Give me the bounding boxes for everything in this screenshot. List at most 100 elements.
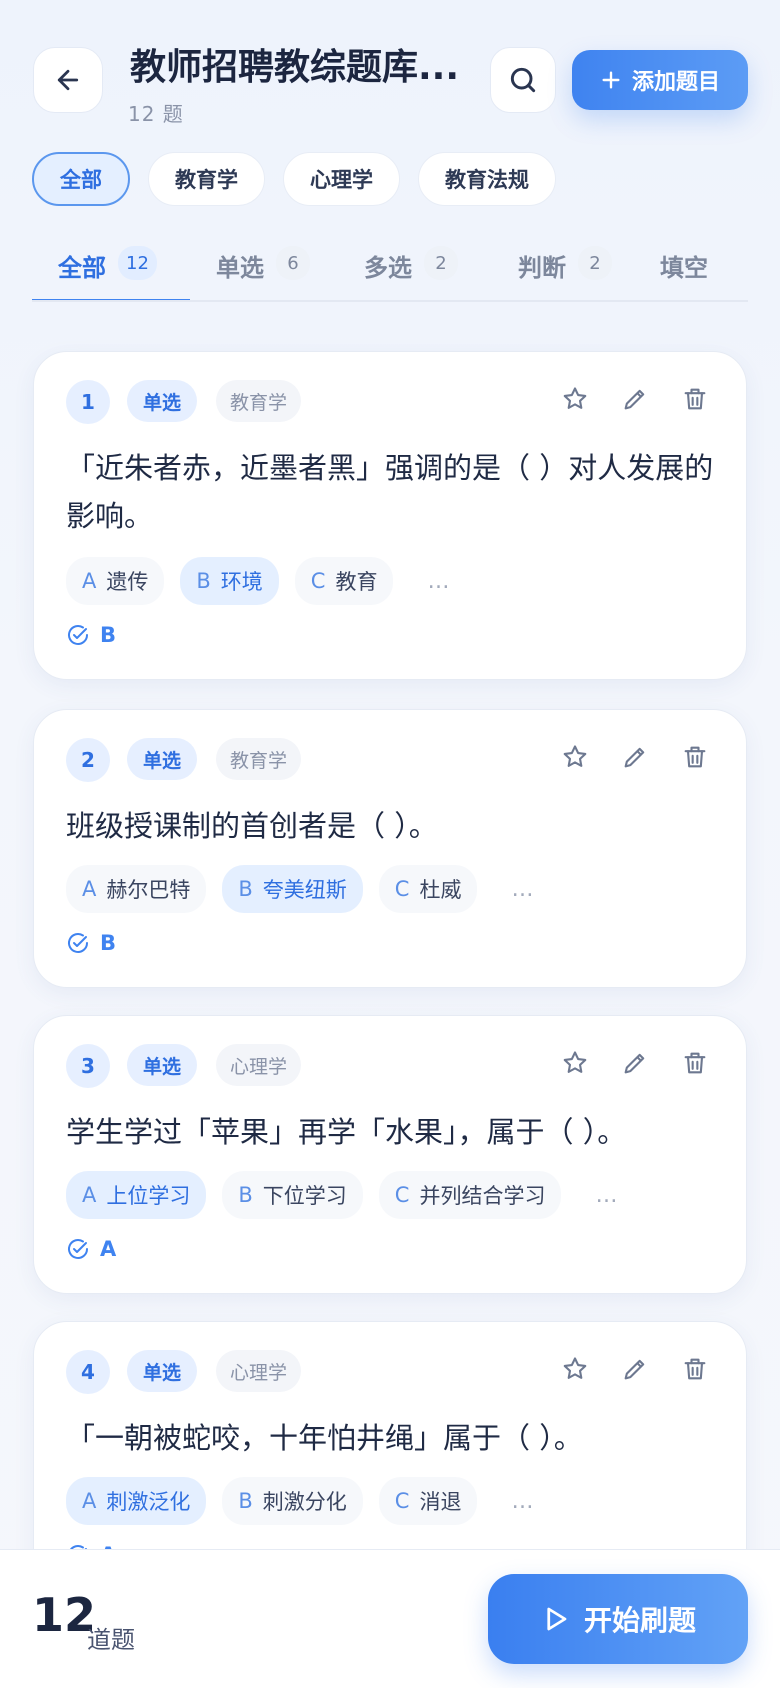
question-count: 12 题 [128, 102, 184, 126]
option-key: B [238, 877, 253, 901]
trash-icon [684, 388, 706, 410]
arrow-left-icon [57, 69, 79, 91]
option-key: C [310, 569, 326, 593]
question-number: 3 [66, 1044, 110, 1088]
pencil-icon [624, 389, 645, 410]
option-b: B 刺激分化 [222, 1477, 363, 1525]
option-b: B 夸美纽斯 [222, 865, 363, 913]
tab-single[interactable]: 单选 6 [190, 232, 344, 300]
delete-button[interactable] [680, 1354, 710, 1384]
question-text: 「近朱者赤，近墨者黑」强调的是（ ）对人发展的影响。 [66, 451, 714, 533]
option-list: A 遗传 B 环境 C 教育 … [66, 557, 451, 605]
edit-button[interactable] [620, 1048, 650, 1078]
category-chip-pedagogy[interactable]: 教育学 [148, 152, 265, 206]
bottom-bar: 12 道题 开始刷题 [0, 1549, 780, 1688]
play-icon [547, 1607, 567, 1631]
question-card[interactable]: 1 单选 教育学 「近朱者赤，近墨者黑」强调的是（ ）对人发展的影响。 A 遗传 … [33, 351, 747, 680]
tab-count: 2 [424, 246, 458, 280]
favorite-button[interactable] [560, 1048, 590, 1078]
header: 教师招聘教综题库... 12 题 添加题目 [0, 0, 780, 140]
add-question-label: 添加题目 [631, 70, 720, 95]
delete-button[interactable] [680, 742, 710, 772]
category-chip-psychology[interactable]: 心理学 [283, 152, 400, 206]
question-number: 4 [66, 1350, 110, 1394]
option-text: 环境 [220, 570, 263, 594]
trash-icon [684, 746, 706, 768]
option-key: C [394, 1183, 410, 1207]
edit-button[interactable] [620, 1354, 650, 1384]
tab-all[interactable]: 全部 12 [32, 232, 190, 300]
option-list: A 刺激泛化 B 刺激分化 C 消退 … [66, 1477, 535, 1525]
delete-button[interactable] [680, 384, 710, 414]
question-number: 1 [66, 380, 110, 424]
option-text: 遗传 [106, 570, 149, 594]
category-filter: 全部 教育学 心理学 教育法规 [32, 152, 556, 206]
option-key: B [238, 1489, 253, 1513]
question-type-tag: 单选 [127, 1350, 198, 1392]
trash-icon [684, 1358, 706, 1380]
back-button[interactable] [33, 47, 103, 113]
more-options-indicator: … [427, 568, 452, 594]
start-practice-button[interactable]: 开始刷题 [488, 1574, 748, 1664]
card-actions [560, 1048, 710, 1078]
category-chip-law[interactable]: 教育法规 [418, 152, 556, 206]
more-options-indicator: … [595, 1182, 620, 1208]
subject-tag: 心理学 [216, 1044, 302, 1086]
question-card[interactable]: 3 单选 心理学 学生学过「苹果」再学「水果」，属于（ ）。 A 上位学习 B 下位… [33, 1015, 747, 1294]
card-actions [560, 384, 710, 414]
option-key: A [82, 1489, 97, 1513]
option-text: 赫尔巴特 [106, 878, 191, 902]
tab-multi[interactable]: 多选 2 [344, 232, 498, 300]
option-c: C 消退 [378, 1477, 478, 1525]
tab-label: 全部 [58, 254, 106, 282]
option-list: A 上位学习 B 下位学习 C 并列结合学习 … [66, 1171, 619, 1219]
question-type-tag: 单选 [127, 380, 198, 422]
correct-answer: B [100, 623, 117, 647]
option-c: C 教育 [294, 557, 394, 605]
answer-row: B [66, 623, 116, 647]
option-a: A 遗传 [66, 557, 165, 605]
page-title: 教师招聘教综题库... [130, 47, 460, 88]
search-button[interactable] [490, 47, 556, 113]
start-practice-label: 开始刷题 [583, 1604, 696, 1637]
tab-fill[interactable]: 填空 [650, 232, 748, 300]
option-text: 消退 [419, 1490, 462, 1514]
option-text: 刺激分化 [262, 1490, 347, 1514]
question-type-tag: 单选 [127, 1044, 198, 1086]
tab-judge[interactable]: 判断 2 [498, 232, 650, 300]
option-key: A [82, 1183, 97, 1207]
tab-label: 单选 [216, 254, 264, 282]
star-icon [563, 1051, 587, 1073]
option-key: A [82, 569, 97, 593]
search-icon [510, 67, 536, 93]
category-chip-all[interactable]: 全部 [32, 152, 130, 206]
favorite-button[interactable] [560, 742, 590, 772]
option-text: 刺激泛化 [106, 1490, 191, 1514]
option-key: B [196, 569, 211, 593]
option-c: C 杜威 [378, 865, 478, 913]
correct-answer: B [100, 931, 117, 955]
favorite-button[interactable] [560, 384, 590, 414]
card-actions [560, 742, 710, 772]
star-icon [563, 387, 587, 409]
subject-tag: 教育学 [216, 380, 302, 422]
delete-button[interactable] [680, 1048, 710, 1078]
total-label: 道题 [87, 1626, 135, 1654]
question-number: 2 [66, 738, 110, 782]
option-a: A 上位学习 [66, 1171, 207, 1219]
check-circle-icon [68, 625, 88, 645]
type-tabs: 全部 12 单选 6 多选 2 判断 2 填空 [32, 232, 748, 302]
question-text: 学生学过「苹果」再学「水果」，属于（ ）。 [66, 1115, 627, 1149]
favorite-button[interactable] [560, 1354, 590, 1384]
star-icon [563, 1357, 587, 1379]
tab-label: 判断 [518, 254, 566, 282]
tab-label: 多选 [364, 254, 412, 282]
option-text: 夸美纽斯 [262, 878, 347, 902]
question-card[interactable]: 2 单选 教育学 班级授课制的首创者是（ ）。 A 赫尔巴特 B 夸美纽斯 C 杜威 … [33, 709, 747, 988]
more-options-indicator: … [511, 876, 536, 902]
edit-button[interactable] [620, 742, 650, 772]
edit-button[interactable] [620, 384, 650, 414]
tab-count: 6 [276, 246, 310, 280]
add-question-button[interactable]: 添加题目 [572, 50, 748, 110]
tab-count: 2 [578, 246, 612, 280]
